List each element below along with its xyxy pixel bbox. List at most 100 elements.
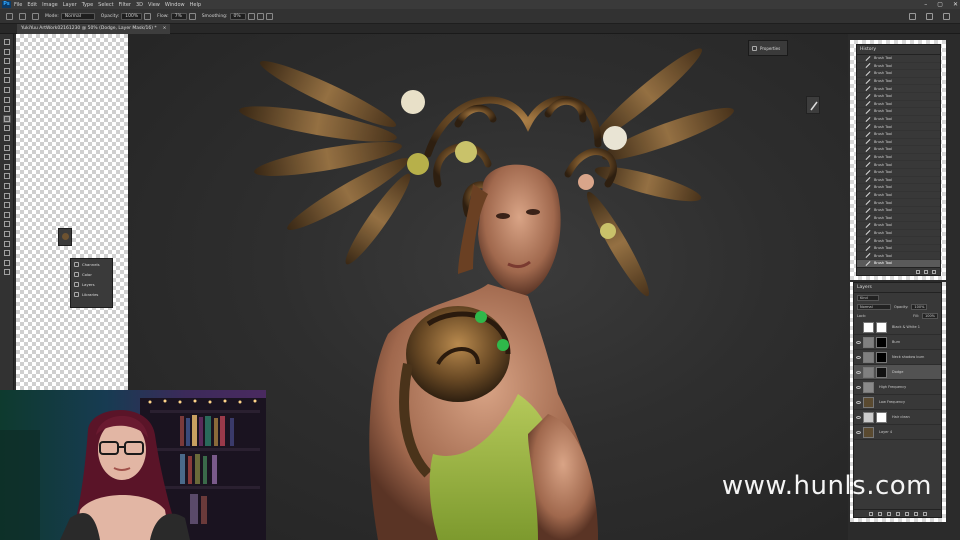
visibility-eye-icon[interactable] [856,430,861,434]
history-item[interactable]: Brush Tool [857,116,940,124]
workspace-icon[interactable] [926,13,933,20]
more-tools-tool-icon[interactable] [3,240,11,248]
visibility-eye-icon[interactable] [856,340,861,344]
zoom-tool-icon[interactable] [3,230,11,238]
brush-settings-icon[interactable] [32,12,39,20]
home-icon[interactable] [6,12,13,20]
history-item[interactable]: Brush Tool [857,169,940,177]
history-item[interactable]: Brush Tool [857,207,940,215]
history-item[interactable]: Brush Tool [857,230,940,238]
layer-thumbnail[interactable] [863,351,874,363]
search-icon[interactable] [909,13,916,20]
layer-mask-thumbnail[interactable] [876,411,887,423]
layer-thumbnail[interactable] [863,336,874,348]
flow-field[interactable]: 7% [170,12,187,20]
smoothing-settings-icon[interactable] [247,12,255,20]
brush-preset-icon[interactable] [19,12,26,20]
layer-row[interactable]: Neck shadow burn [854,350,941,365]
hand-tool-icon[interactable] [3,220,11,228]
layer-opacity-field[interactable]: 100% [911,303,928,310]
layer-thumbnail[interactable] [863,396,874,408]
history-item[interactable]: Brush Tool [857,177,940,185]
move-tool-icon[interactable] [3,38,11,46]
layer-mask-thumbnail[interactable] [876,336,887,348]
menu-item-help[interactable]: Help [190,2,201,8]
history-item[interactable]: Brush Tool [857,214,940,223]
menu-item-edit[interactable]: Edit [27,2,37,8]
brush-settings-mini-panel[interactable] [806,96,820,114]
blend-mode-select[interactable]: Normal [857,303,891,310]
crop-tool-icon[interactable] [3,76,11,84]
layer-mask-thumbnail[interactable] [876,351,887,363]
colors-tool-icon[interactable] [3,249,11,257]
camera-icon[interactable] [924,269,928,274]
clone-stamp-tool-icon[interactable] [3,124,11,132]
eyedropper-tool-icon[interactable] [3,96,11,104]
layer-thumbnail[interactable] [863,381,874,393]
adjustment-icon[interactable] [895,511,900,516]
visibility-eye-icon[interactable] [856,370,861,374]
opacity-field[interactable]: 100% [121,12,143,20]
eraser-tool-icon[interactable] [3,144,11,152]
lasso-tool-icon[interactable] [3,57,11,65]
maximize-button[interactable]: ▢ [937,0,943,9]
document-tab[interactable]: YukiYuu ArtWork02161230 @ 50% (Dodge, La… [17,24,171,34]
mask-icon[interactable] [886,511,891,516]
quick-mask-tool-icon[interactable] [3,259,11,267]
blur-tool-icon[interactable] [3,163,11,171]
menu-item-layer[interactable]: Layer [63,2,77,8]
history-item[interactable]: Brush Tool [857,78,940,86]
history-item[interactable]: Brush Tool [857,222,940,230]
menu-item-view[interactable]: View [148,2,160,8]
properties-panel-button[interactable]: Properties [748,40,788,56]
pressure-opacity-icon[interactable] [144,12,152,20]
photoshop-logo[interactable]: Ps [2,1,11,8]
panel-item-libraries[interactable]: Libraries [71,289,112,299]
gradient-tool-icon[interactable] [3,153,11,161]
fill-field[interactable]: 100% [921,312,938,319]
history-item[interactable]: Brush Tool [857,101,940,109]
history-item[interactable]: Brush Tool [857,237,940,245]
history-item[interactable]: Brush Tool [857,192,940,200]
rectangle-tool-icon[interactable] [3,211,11,219]
history-item[interactable]: Brush Tool [857,108,940,116]
menu-item-window[interactable]: Window [165,2,185,8]
smoothing-field[interactable]: 0% [229,12,246,20]
history-item[interactable]: Brush Tool [857,154,940,162]
layer-thumbnail[interactable] [863,321,874,333]
history-item[interactable]: Brush Tool [857,55,940,63]
layer-row[interactable]: Low Frequency [854,395,941,410]
type-tool-icon[interactable] [3,192,11,200]
pen-tool-icon[interactable] [3,182,11,190]
menu-item-type[interactable]: Type [82,2,93,8]
history-item[interactable]: Brush Tool [857,85,940,93]
folder-icon[interactable] [904,511,909,516]
airbrush-icon[interactable] [188,12,196,20]
menu-item-file[interactable]: File [14,2,22,8]
menu-item-image[interactable]: Image [42,2,58,8]
history-item[interactable]: Brush Tool [857,245,940,253]
close-window-button[interactable]: ✕ [953,0,958,9]
panel-item-color[interactable]: Color [71,269,112,279]
history-item[interactable]: Brush Tool [857,146,940,154]
path-select-tool-icon[interactable] [3,201,11,209]
document-tab-close[interactable]: × [163,24,167,34]
layer-row[interactable]: Black & White 1 [854,320,941,335]
mode-select[interactable]: Normal [60,12,95,20]
layer-mask-thumbnail[interactable] [876,321,887,333]
quick-select-tool-icon[interactable] [3,67,11,75]
menu-item-select[interactable]: Select [98,2,113,8]
panel-item-channels[interactable]: Channels [71,259,112,269]
brush-tool-icon[interactable] [3,114,11,123]
history-item[interactable]: Brush Tool [857,70,940,78]
history-item[interactable]: Brush Tool [857,63,940,71]
history-item[interactable]: Brush Tool [857,123,940,131]
trash-icon[interactable] [932,269,936,274]
share-icon[interactable] [943,13,950,20]
history-item[interactable]: Brush Tool [857,199,940,207]
layer-row[interactable]: Burn [854,335,941,350]
visibility-eye-icon[interactable] [856,326,861,329]
layer-mask-thumbnail[interactable] [876,366,887,378]
frame-tool-icon[interactable] [3,86,11,94]
history-brush-tool-icon[interactable] [3,134,11,142]
